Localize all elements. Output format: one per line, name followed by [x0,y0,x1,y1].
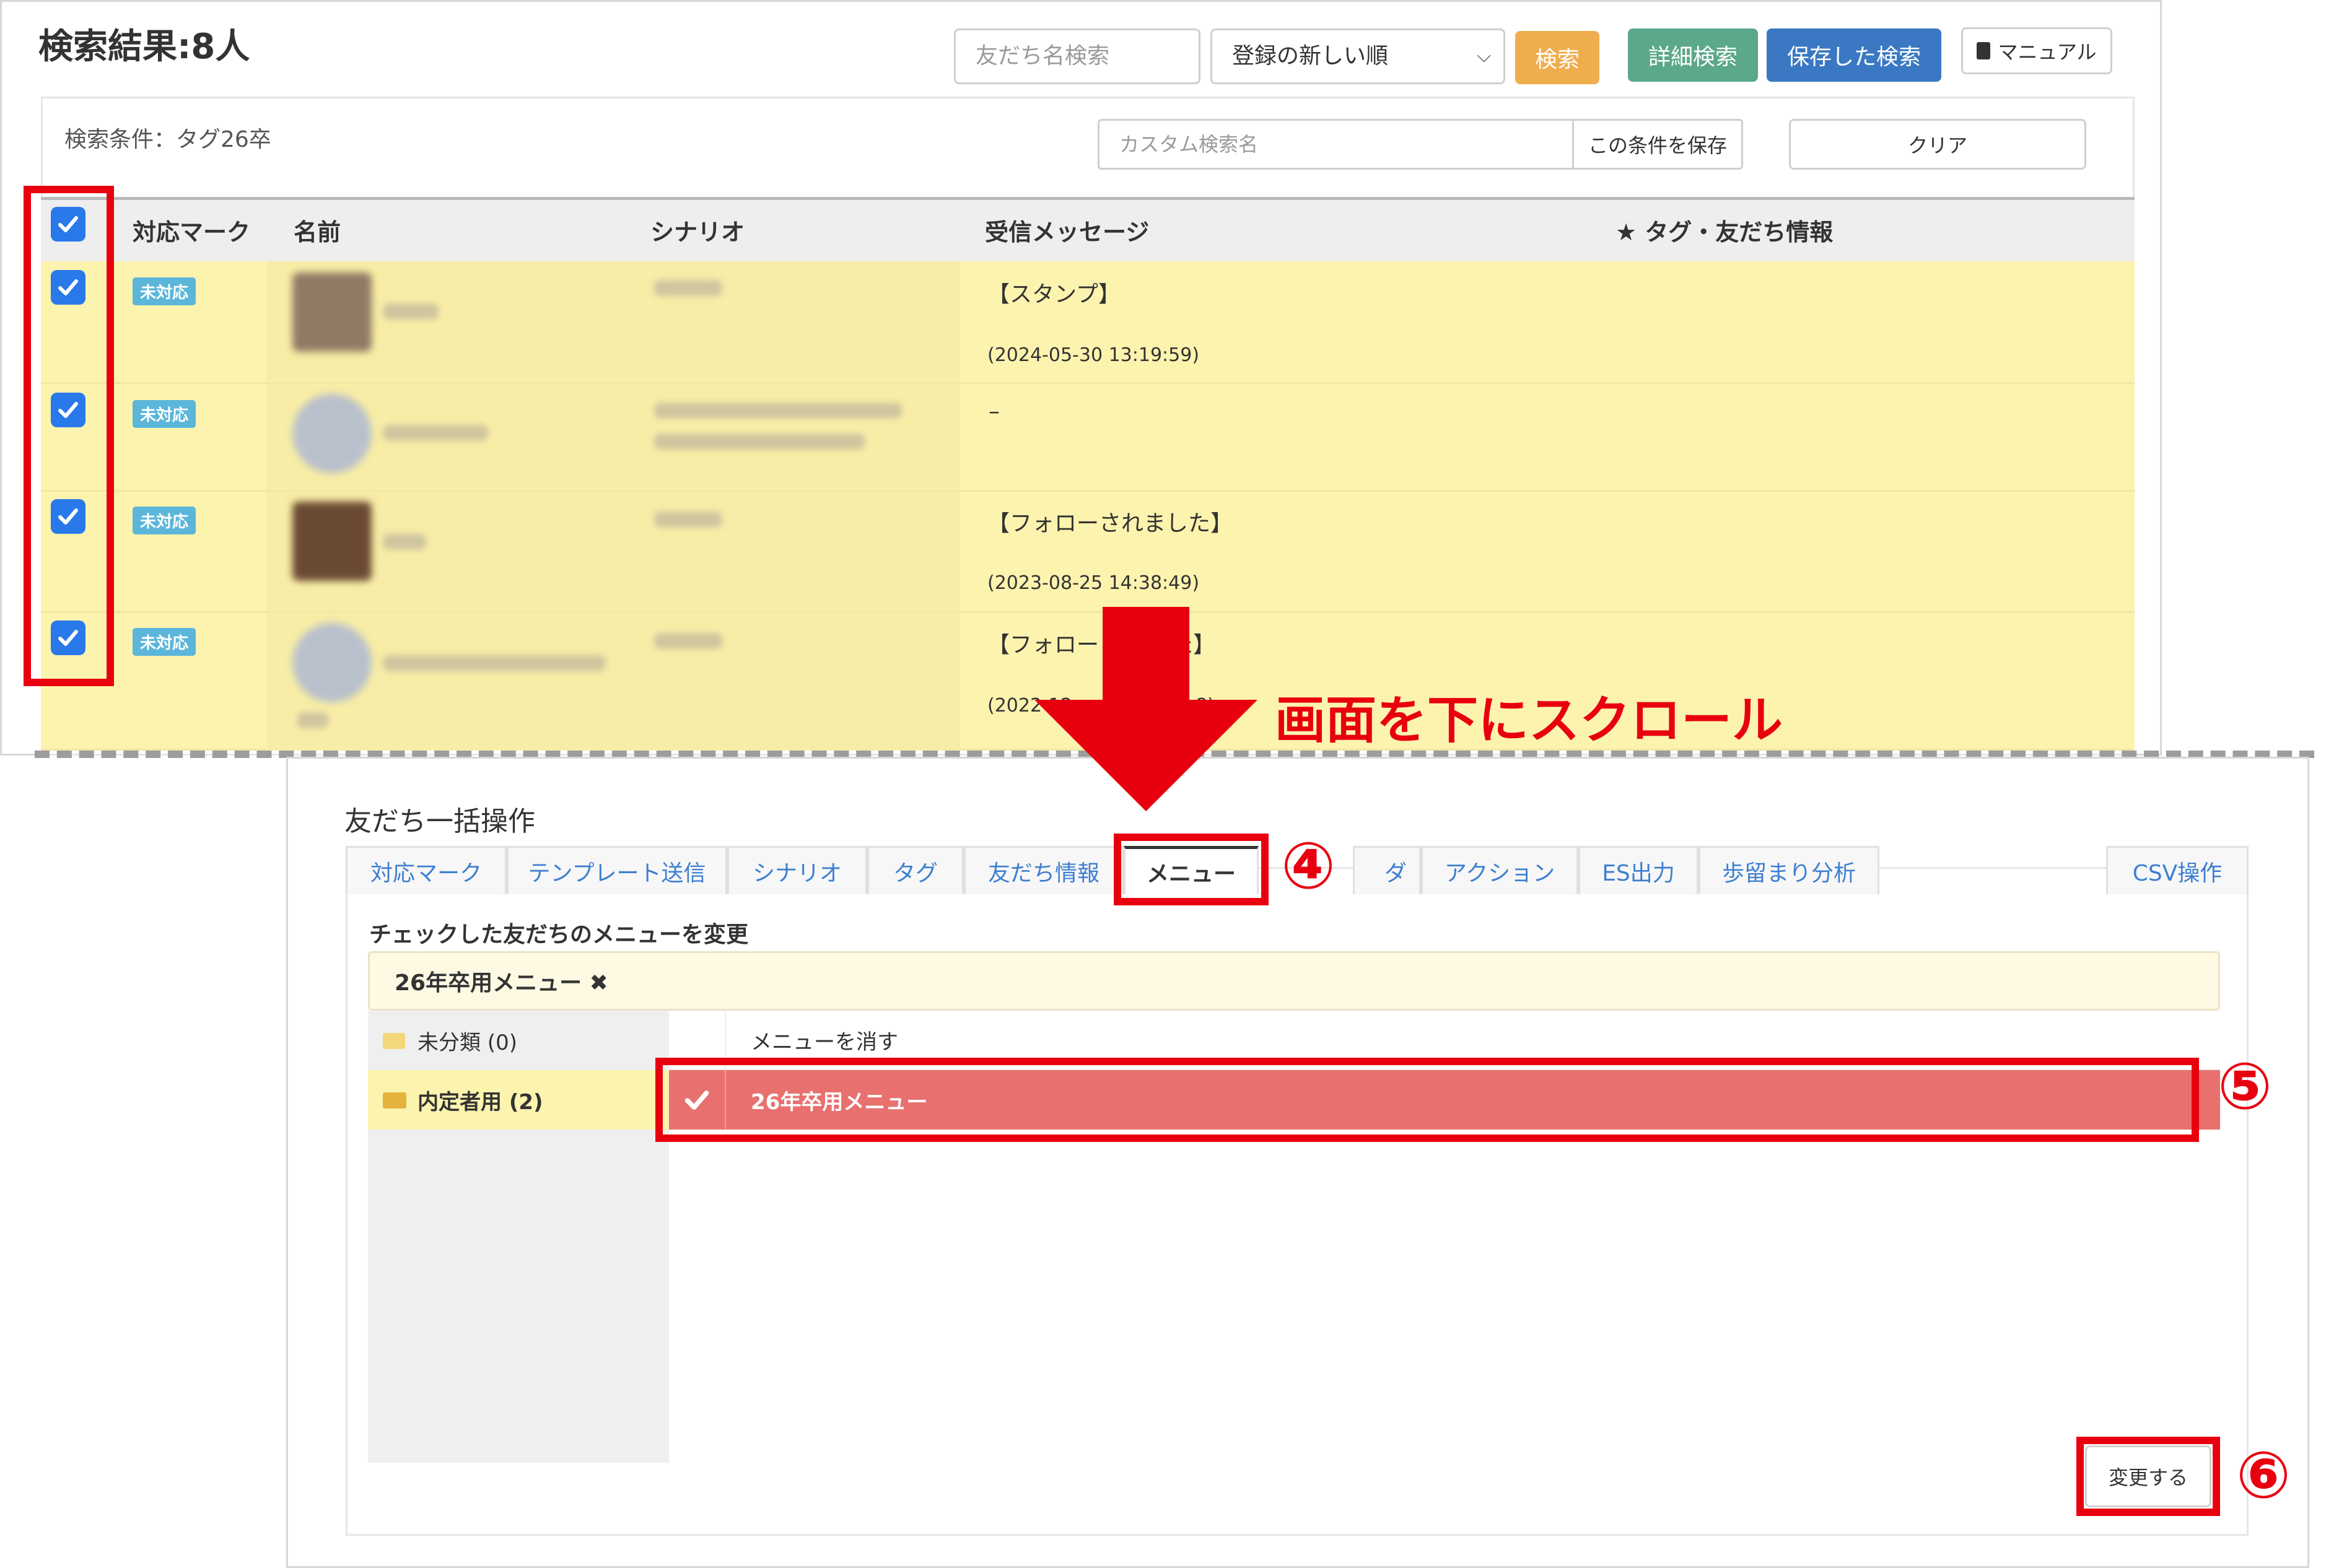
header-received-message: 受信メッセージ [985,219,1150,246]
checkbox-highlight-box [24,186,114,686]
message-text: 【スタンプ】 [987,282,1121,307]
folder-item-uncategorized[interactable]: 未分類 (0) [368,1011,669,1070]
save-condition-button[interactable]: この条件を保存 [1572,119,1743,170]
tab-label: タグ [893,860,938,886]
tab-label: 歩留まり分析 [1721,860,1856,886]
tab-label: アクション [1444,860,1555,886]
step-4-marker: ④ [1281,828,1336,904]
menu-tab-highlight-box [1114,834,1269,905]
tab-label: 対応マーク [370,860,482,886]
saved-search-button[interactable]: 保存した検索 [1767,28,1941,82]
tab-label: テンプレート送信 [528,860,706,886]
header-scenario: シナリオ [650,219,745,246]
folder-label: 内定者用 (2) [418,1089,543,1115]
message-date: (2023-08-25 14:38:49) [987,572,1200,594]
header-response-mark: 対応マーク [133,219,251,246]
change-button-highlight-box [2076,1437,2220,1516]
blurred-name [383,303,439,320]
message-date: (2024-05-30 13:19:59) [987,344,1200,366]
tab-es-export[interactable]: ES出力 [1578,846,1699,894]
tab-partially-hidden[interactable]: ダ [1353,846,1421,894]
status-badge[interactable]: 未対応 [133,507,196,534]
blurred-name [383,534,426,550]
blurred-scenario-date [654,433,865,450]
scroll-instruction: 画面を下にスクロール [1275,691,1783,750]
tab-template-send[interactable]: テンプレート送信 [507,846,727,894]
folder-icon [383,1033,405,1049]
tab-action[interactable]: アクション [1421,846,1578,894]
tab-label: ダ [1384,860,1407,886]
header-tags-info: ★ タグ・友だち情報 [1615,219,1834,246]
manual-button[interactable]: マニュアル [1961,27,2112,74]
section-label: チェックした友だちのメニューを変更 [369,922,749,947]
detail-search-button[interactable]: 詳細検索 [1628,28,1758,82]
step-5-marker: ⑤ [2218,1048,2273,1124]
search-conditions-text: 検索条件：タグ26卒 [64,127,271,152]
manual-label: マニュアル [1998,40,2097,64]
blurred-scenario [654,280,722,296]
sort-order-value: 登録の新しい順 [1232,43,1389,69]
bulk-operation-title: 友だち一括操作 [344,806,535,837]
tab-scenario[interactable]: シナリオ [727,846,867,894]
tab-friend-info[interactable]: 友だち情報 [964,846,1124,894]
blurred-scenario [654,403,902,419]
save-condition-label: この条件を保存 [1588,134,1727,157]
message-text: – [989,399,1000,424]
status-badge[interactable]: 未対応 [133,400,196,428]
blurred-name [383,655,606,671]
custom-search-name-input[interactable]: カスタム検索名 [1098,119,1575,170]
scroll-down-arrow-icon [1034,607,1257,811]
blurred-scenario [654,512,722,528]
avatar [292,623,372,702]
tab-label: ES出力 [1602,860,1675,886]
tab-label: シナリオ [752,860,842,886]
status-badge[interactable]: 未対応 [133,277,196,305]
selected-menu-bar[interactable]: 26年卒用メニュー ✖ [368,951,2220,1011]
blurred-name [383,425,488,441]
search-button-label: 検索 [1534,47,1580,72]
message-text: 【フォローされました】 [987,511,1233,536]
clear-button[interactable]: クリア [1789,119,2086,170]
blurred-scenario [654,633,722,649]
step-6-marker: ⑥ [2236,1437,2291,1513]
avatar [292,272,372,352]
chevron-down-icon: ⌵ [1477,45,1491,67]
tab-tag[interactable]: タグ [867,846,964,894]
book-icon [1977,42,1991,59]
custom-search-name-placeholder: カスタム検索名 [1119,133,1259,156]
header-name: 名前 [294,219,341,246]
search-button[interactable]: 検索 [1515,31,1599,84]
tab-csv[interactable]: CSV操作 [2106,846,2249,894]
friend-name-search-input[interactable]: 友だち名検索 [954,28,1200,84]
tab-response-mark[interactable]: 対応マーク [346,846,507,894]
friend-name-search-placeholder: 友だち名検索 [976,43,1110,69]
folder-label: 未分類 (0) [418,1030,517,1055]
sort-order-select[interactable]: 登録の新しい順 ⌵ [1210,28,1505,84]
saved-search-label: 保存した検索 [1786,45,1921,70]
folder-open-icon [383,1092,406,1108]
selected-menu-tag[interactable]: 26年卒用メニュー ✖ [395,965,608,997]
tab-label: CSV操作 [2132,860,2223,886]
tab-label: 友だち情報 [987,860,1100,886]
status-badge[interactable]: 未対応 [133,628,196,656]
avatar [292,502,372,581]
blurred-cell [266,613,960,751]
page-title: 検索結果:8人 [38,27,250,67]
folder-item-insiders[interactable]: 内定者用 (2) [368,1070,669,1130]
clear-label: クリア [1907,134,1967,157]
menu-item-label: メニューを消す [751,1029,898,1055]
tab-yield-analysis[interactable]: 歩留まり分析 [1699,846,1879,894]
blurred-name-line2 [297,712,328,728]
detail-search-label: 詳細検索 [1648,45,1738,70]
avatar [292,394,372,473]
menu-row-highlight-box [655,1058,2199,1142]
